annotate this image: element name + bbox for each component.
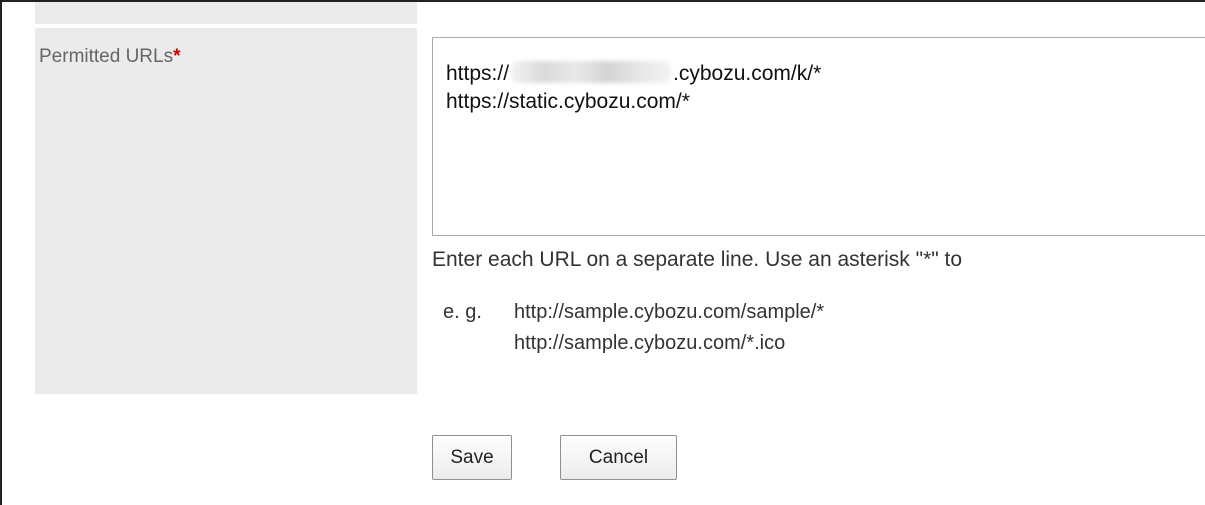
example-row: http://sample.cybozu.com/*.ico	[443, 328, 824, 359]
example-prefix: e. g.	[443, 301, 482, 323]
url-line-1: https:// .cybozu.com/k/*	[446, 60, 1205, 88]
cancel-button[interactable]: Cancel	[560, 435, 677, 480]
permitted-urls-label-cell: Permitted URLs*	[35, 28, 417, 394]
example-block: e. g. http://sample.cybozu.com/sample/* …	[443, 297, 824, 359]
url-line-1-prefix: https://	[446, 62, 510, 85]
url-line-2: https://static.cybozu.com/*	[446, 90, 690, 113]
field-label-text: Permitted URLs	[39, 46, 174, 67]
url-line-1-suffix: .cybozu.com/k/*	[673, 62, 822, 85]
hint-text: Enter each URL on a separate line. Use a…	[432, 248, 963, 271]
example-row: e. g. http://sample.cybozu.com/sample/*	[443, 297, 824, 328]
previous-row-label-cell	[35, 2, 417, 24]
redacted-subdomain	[511, 61, 672, 83]
example-url: http://sample.cybozu.com/*.ico	[514, 332, 786, 354]
settings-form: Permitted URLs* https:// .cybozu.com/k/* …	[0, 0, 1205, 505]
permitted-urls-textarea[interactable]: https:// .cybozu.com/k/* https://static.c…	[432, 37, 1205, 236]
save-button[interactable]: Save	[432, 435, 512, 480]
example-url: http://sample.cybozu.com/sample/*	[514, 301, 825, 323]
example-spacer	[443, 328, 514, 359]
field-label: Permitted URLs*	[39, 46, 181, 68]
required-marker: *	[173, 46, 181, 67]
